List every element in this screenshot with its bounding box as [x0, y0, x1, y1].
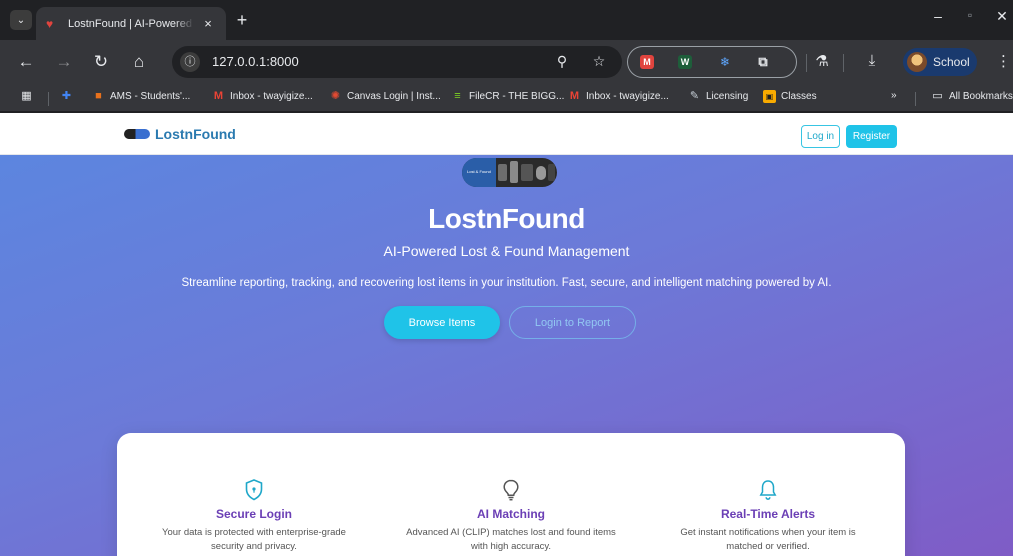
feature-ai-matching: AI Matching Advanced AI (CLIP) matches l…: [406, 479, 616, 554]
bookmark-classes[interactable]: ▣ Classes: [763, 90, 817, 103]
lightbulb-icon: [406, 479, 616, 501]
feature-text: Advanced AI (CLIP) matches lost and foun…: [406, 527, 616, 552]
apps-icon[interactable]: ▦: [20, 90, 38, 103]
feature-text: Your data is protected with enterprise-g…: [162, 527, 346, 552]
tab-search-button[interactable]: ⌄: [10, 10, 32, 30]
new-tab-button[interactable]: +: [233, 10, 251, 30]
bookmarks-bar: ▦ ✚ ■ AMS - Students'... M Inbox - twayi…: [0, 84, 1013, 112]
filecr-icon: ≡: [454, 90, 461, 102]
extension-3-icon[interactable]: ❄: [718, 55, 732, 69]
hero-subtitle: AI-Powered Lost & Found Management: [383, 243, 630, 259]
google-pin-icon[interactable]: ✚: [60, 90, 78, 103]
tab-title: LostnFound | AI-Powered Lo: [68, 17, 194, 30]
extensions-group: M W ❄ ⧉: [627, 46, 797, 78]
brand-link[interactable]: LostnFound: [124, 126, 236, 142]
register-button[interactable]: Register: [846, 125, 897, 148]
browse-items-button[interactable]: Browse Items: [384, 306, 500, 339]
reload-button[interactable]: ↻: [89, 50, 113, 74]
profile-label: School: [933, 55, 970, 69]
minimize-button[interactable]: –: [926, 8, 950, 24]
bookmark-separator: [915, 92, 916, 106]
gmail-icon: M: [213, 90, 224, 102]
bookmark-licensing[interactable]: ✎ Licensing: [688, 90, 748, 103]
feature-title: Real-Time Alerts: [720, 507, 816, 521]
tab-active[interactable]: ♥ LostnFound | AI-Powered Lo ×: [36, 7, 226, 40]
feature-real-time-alerts: Real-Time Alerts Get instant notificatio…: [663, 479, 873, 554]
ams-icon: ■: [95, 90, 102, 102]
address-bar[interactable]: ⓘ 127.0.0.1:8000 ⚲ ☆: [172, 46, 622, 78]
close-window-button[interactable]: ✕: [990, 8, 1013, 25]
extension-2-icon[interactable]: W: [678, 55, 692, 69]
download-icon[interactable]: ⤓: [862, 52, 882, 69]
avatar: [907, 52, 927, 72]
tab-strip: ⌄ ♥ LostnFound | AI-Powered Lo × + – ▫ ✕: [0, 0, 1013, 40]
tab-close-icon[interactable]: ×: [200, 16, 216, 31]
toolbar-separator: [806, 54, 807, 72]
brand-logo: [124, 129, 150, 139]
features-card: Secure Login Your data is protected with…: [117, 433, 905, 556]
bookmark-filecr[interactable]: ≡ FileCR - THE BIGG...: [451, 90, 564, 103]
browser-toolbar: ← → ↻ ⌂ ⓘ 127.0.0.1:8000 ⚲ ☆ M W ❄ ⧉ ⚗ ⤓…: [0, 40, 1013, 84]
bookmark-canvas[interactable]: ✺ Canvas Login | Inst...: [329, 90, 441, 103]
bookmarks-overflow-button[interactable]: »: [891, 90, 897, 101]
hero-title: LostnFound: [428, 203, 585, 234]
canvas-icon: ✺: [330, 90, 341, 102]
toolbar-separator: [843, 54, 844, 72]
login-to-report-button[interactable]: Login to Report: [509, 306, 636, 339]
bookmark-inbox-1[interactable]: M Inbox - twayigize...: [212, 90, 313, 103]
bell-icon: [663, 479, 873, 501]
bookmark-separator: [48, 92, 49, 106]
hero-image-caption: Lost & Found: [467, 169, 491, 174]
feature-secure-login: Secure Login Your data is protected with…: [149, 479, 359, 554]
performance-icon[interactable]: ⚗: [812, 52, 832, 70]
bookmark-star-icon[interactable]: ☆: [590, 53, 608, 70]
hero-description: Streamline reporting, tracking, and reco…: [181, 277, 832, 289]
all-bookmarks-button[interactable]: ▭ All Bookmarks: [931, 90, 1013, 103]
url-text[interactable]: 127.0.0.1:8000: [212, 54, 299, 69]
site-navbar: LostnFound Log in Register: [0, 113, 1013, 155]
profile-button[interactable]: School: [903, 48, 977, 76]
site-info-icon[interactable]: ⓘ: [180, 52, 200, 72]
feature-title: Secure Login: [215, 507, 292, 521]
zoom-icon[interactable]: ⚲: [553, 53, 571, 70]
brand-name: LostnFound: [155, 126, 236, 142]
gmail-icon: M: [569, 90, 580, 102]
page-content: LostnFound Log in Register Lost & Found …: [0, 113, 1013, 556]
hero-image: Lost & Found: [462, 158, 557, 187]
heart-favicon-icon: ♥: [46, 16, 54, 31]
restore-button[interactable]: ▫: [958, 8, 982, 22]
back-button[interactable]: ←: [14, 50, 38, 74]
login-button[interactable]: Log in: [801, 125, 840, 148]
extensions-puzzle-icon[interactable]: ⧉: [756, 55, 770, 69]
classroom-icon: ▣: [763, 90, 776, 103]
shield-icon: [149, 479, 359, 501]
extension-1-icon[interactable]: M: [640, 55, 654, 69]
folder-icon: ▭: [932, 90, 943, 102]
feature-title: AI Matching: [477, 507, 545, 521]
bookmark-inbox-2[interactable]: M Inbox - twayigize...: [568, 90, 669, 103]
menu-icon[interactable]: ⋮: [996, 52, 1011, 70]
forward-button[interactable]: →: [52, 50, 76, 74]
licensing-icon: ✎: [689, 90, 700, 102]
feature-text: Get instant notifications when your item…: [680, 527, 856, 552]
bookmark-ams[interactable]: ■ AMS - Students'...: [92, 90, 190, 103]
home-button[interactable]: ⌂: [127, 50, 151, 74]
